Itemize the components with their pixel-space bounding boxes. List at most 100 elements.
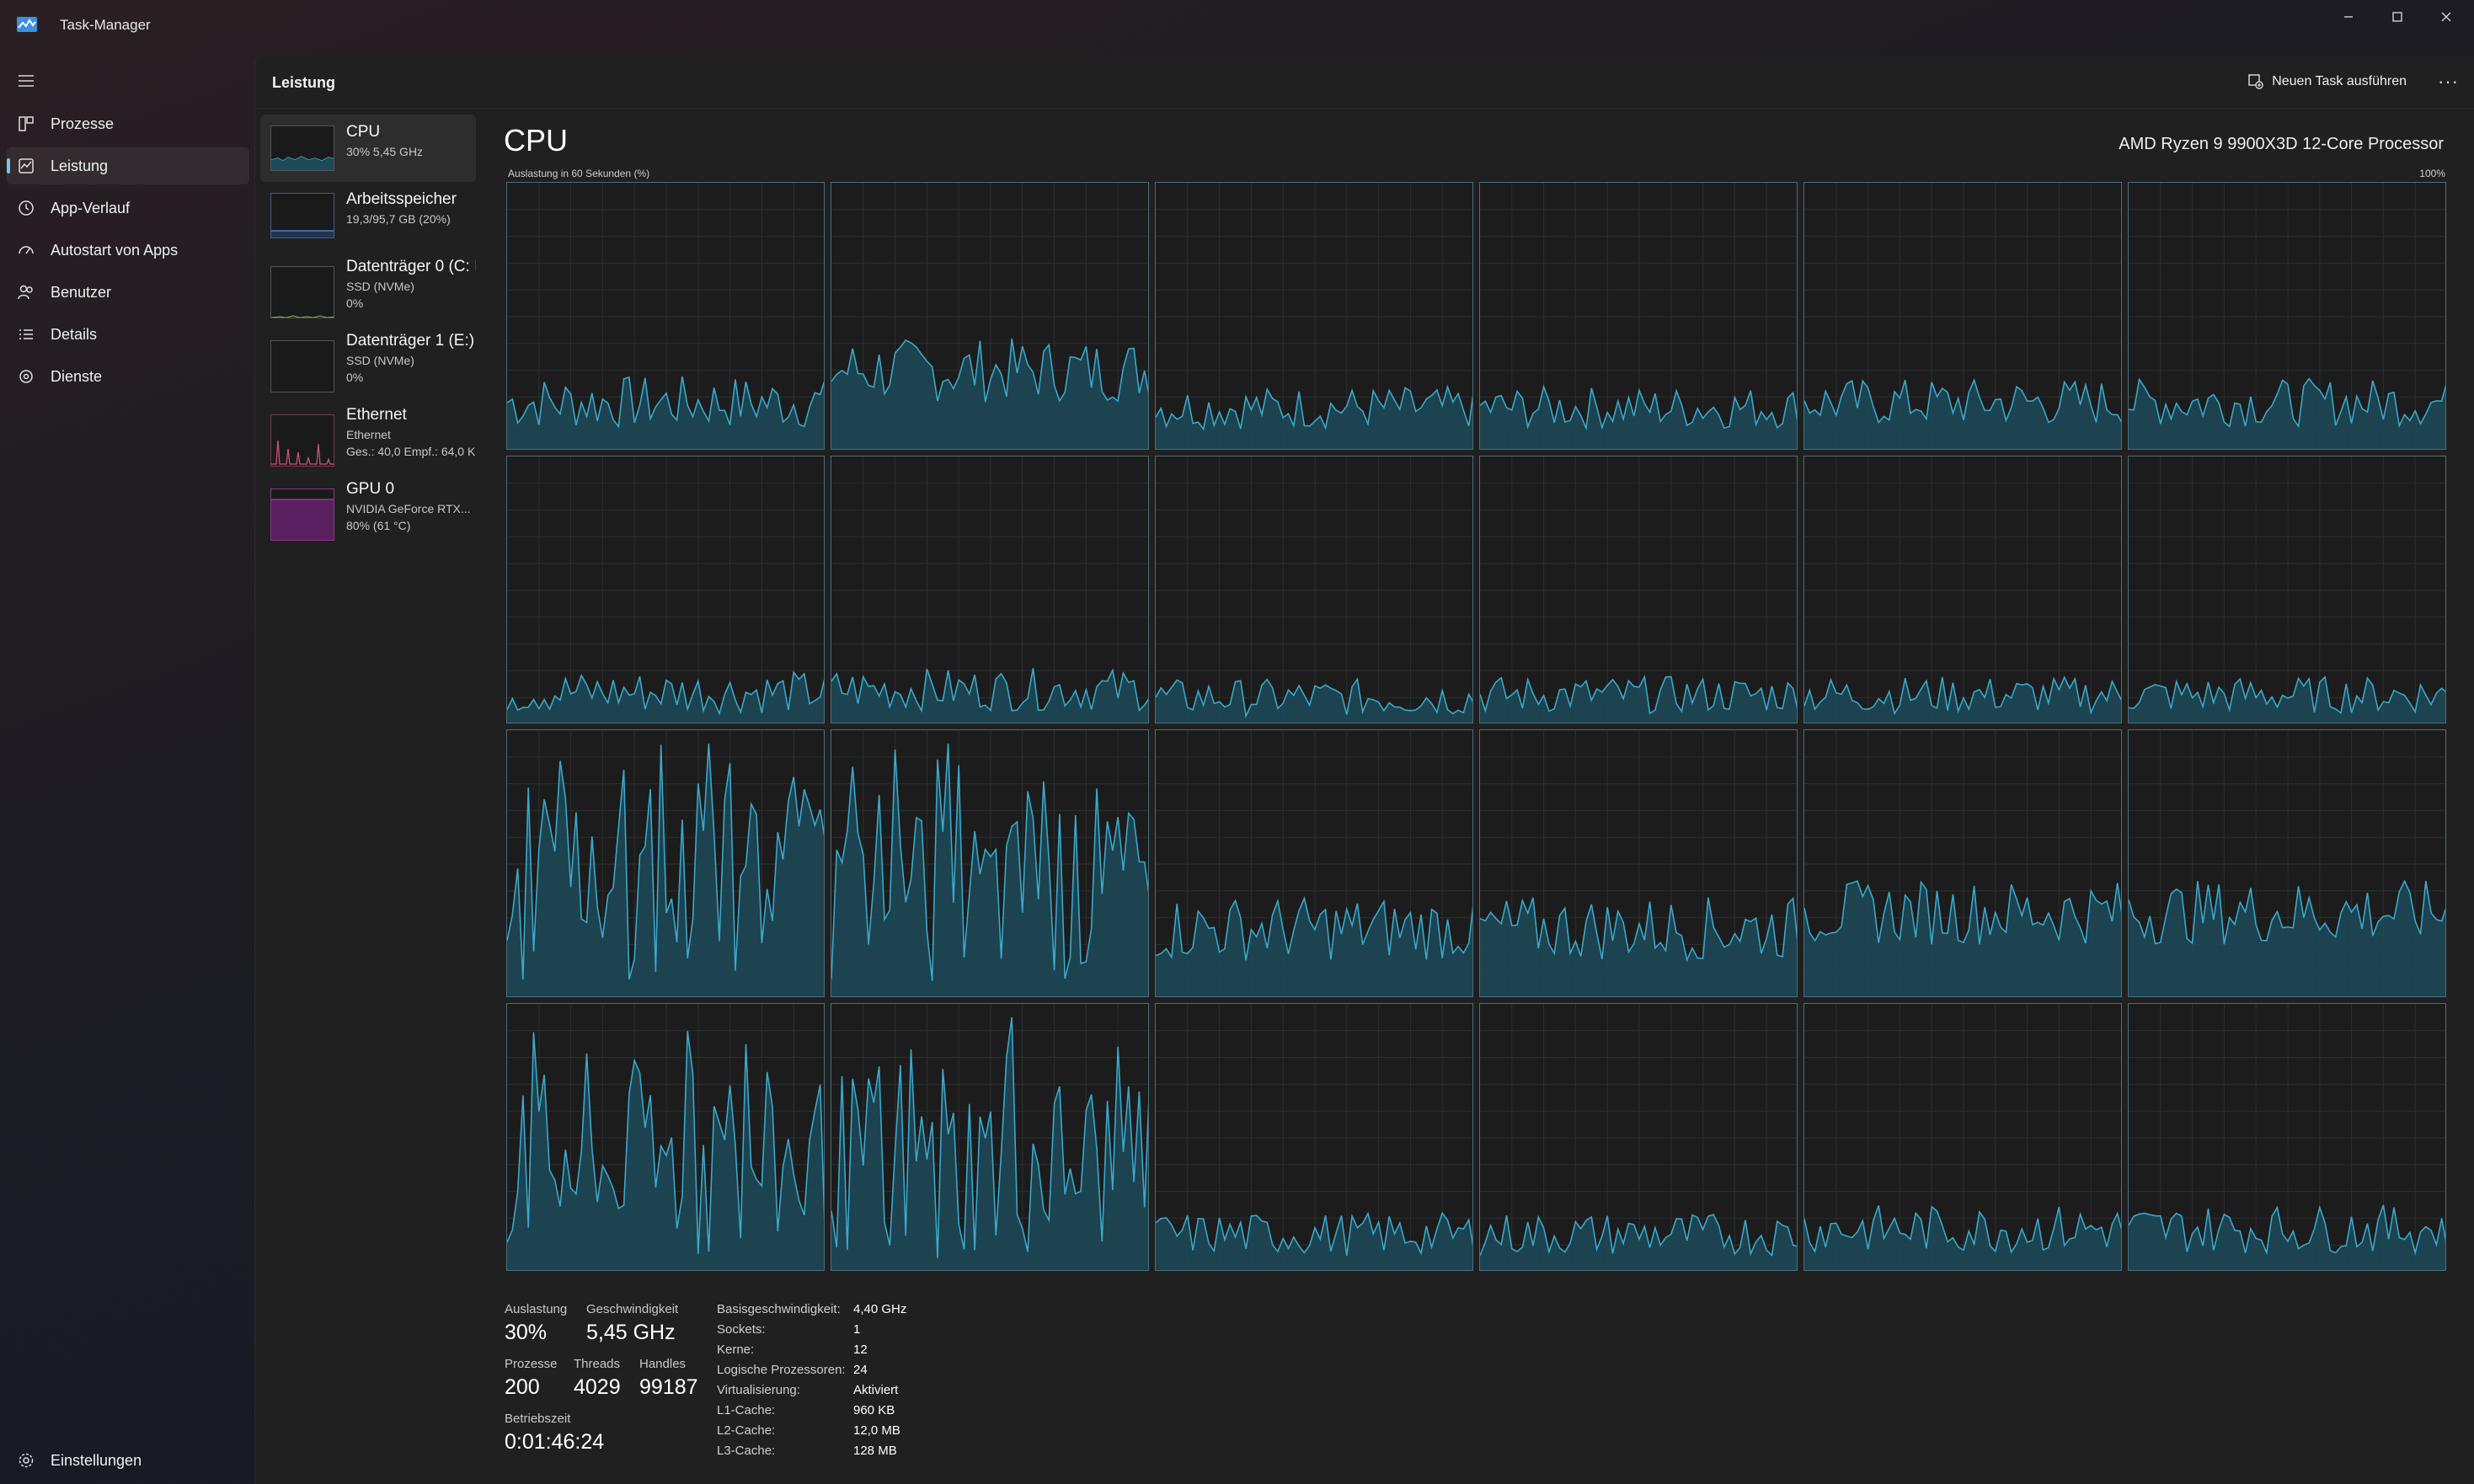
detail-key: L3-Cache: <box>717 1444 776 1458</box>
detail-key: Sockets: <box>717 1322 766 1337</box>
handles-label: Handles <box>639 1357 687 1371</box>
perf-item-name: Arbeitsspeicher <box>346 190 457 208</box>
processes-icon <box>19 116 34 131</box>
auslastung-label: Auslastung <box>505 1302 568 1316</box>
sidebar-item-label: Leistung <box>51 157 109 174</box>
new-task-icon <box>2248 74 2263 89</box>
logical-processor-graph-svg <box>1156 456 1472 723</box>
logical-processor-graph-svg <box>1480 456 1797 723</box>
hamburger-menu-icon[interactable] <box>16 71 36 91</box>
settings-label: Einstellungen <box>51 1452 142 1469</box>
sidebar-item-leistung[interactable]: Leistung <box>7 147 249 184</box>
perf-item-cpu[interactable]: CPU 30% 5,45 GHz <box>260 115 476 182</box>
logical-processor-graph <box>1479 1003 1798 1271</box>
logical-processor-graph <box>1803 729 2122 997</box>
logical-processor-graph-svg <box>831 183 1148 449</box>
new-task-button[interactable]: Neuen Task ausführen <box>2248 69 2407 94</box>
detail-key: Basisgeschwindigkeit: <box>717 1302 841 1316</box>
details-icon <box>19 329 33 339</box>
logical-processor-graph <box>1155 456 1473 723</box>
sidebar-item-app-verlauf[interactable]: App-Verlauf <box>7 190 249 227</box>
perf-item-sub: NVIDIA GeForce RTX... <box>346 502 471 515</box>
logical-processor-graph <box>1479 729 1798 997</box>
settings-button[interactable]: Einstellungen <box>7 1442 249 1479</box>
geschwindigkeit-label: Geschwindigkeit <box>586 1302 679 1316</box>
perf-item-name: Ethernet <box>346 406 407 424</box>
logical-processor-graph-svg <box>507 730 824 996</box>
perf-item-name: CPU <box>346 123 381 141</box>
window-title: Task-Manager <box>60 17 151 33</box>
perf-item-sub2: 80% (61 °C) <box>346 519 411 532</box>
sidebar-item-prozesse[interactable]: Prozesse <box>7 105 249 142</box>
logical-processor-graph-svg <box>507 456 824 723</box>
perf-item-name: GPU 0 <box>346 480 395 498</box>
perf-item-ethernet[interactable]: Ethernet Ethernet Ges.: 40,0 Empf.: 64,0… <box>260 398 476 467</box>
threads-label: Threads <box>574 1357 621 1371</box>
sidebar-item-label: Benutzer <box>51 284 112 301</box>
ethernet-thumbnail <box>270 414 334 467</box>
maximize-icon <box>2392 12 2402 22</box>
maximize-button[interactable] <box>2371 0 2423 34</box>
logical-processor-graph-svg <box>1480 183 1797 449</box>
logical-processor-graph <box>1479 182 1798 450</box>
betriebszeit-label: Betriebszeit <box>505 1412 571 1426</box>
detail-key: Virtualisierung: <box>717 1383 800 1397</box>
logical-processor-graph-svg <box>2129 456 2445 723</box>
memory-thumbnail <box>270 193 334 238</box>
disk-0-thumbnail-graph <box>271 315 334 318</box>
close-icon <box>2441 12 2451 22</box>
logical-processor-graph-svg <box>1156 1004 1472 1270</box>
detail-key: L1-Cache: <box>717 1403 776 1417</box>
logical-processor-graph <box>1803 182 2122 450</box>
sidebar-item-label: Prozesse <box>51 115 115 132</box>
threads-value: 4029 <box>574 1375 621 1399</box>
geschwindigkeit-value: 5,45 GHz <box>586 1321 676 1344</box>
perf-item-memory[interactable]: Arbeitsspeicher 19,3/95,7 GB (20%) <box>260 182 476 249</box>
perf-item-disk-1[interactable]: Datenträger 1 (E:) SSD (NVMe) 0% <box>260 323 476 392</box>
sidebar-item-details[interactable]: Details <box>7 316 249 353</box>
detail-value: 24 <box>853 1363 868 1377</box>
more-options-button[interactable]: ··· <box>2438 71 2459 93</box>
logical-processor-graph-svg <box>831 456 1148 723</box>
perf-item-disk-0[interactable]: Datenträger 0 (C: I SSD (NVMe) 0% <box>260 249 476 318</box>
logical-processor-graph-svg <box>831 1004 1148 1270</box>
detail-key: Logische Prozessoren: <box>717 1363 846 1377</box>
detail-value: Aktiviert <box>853 1383 899 1397</box>
memory-thumbnail-graph <box>271 230 334 238</box>
disk-1-thumbnail <box>270 340 334 392</box>
perf-item-sub: 30% 5,45 GHz <box>346 145 424 158</box>
perf-item-sub2: 0% <box>346 296 364 310</box>
detail-key: Kerne: <box>717 1343 755 1357</box>
sidebar-item-dienste[interactable]: Dienste <box>7 358 249 395</box>
cpu-model-name: AMD Ryzen 9 9900X3D 12-Core Processor <box>2119 135 2444 153</box>
logical-processor-graph <box>506 456 825 723</box>
minimize-button[interactable] <box>2322 0 2375 34</box>
gpu-thumbnail-graph <box>271 499 334 540</box>
detail-key: L2-Cache: <box>717 1423 776 1438</box>
logical-processor-graph <box>1155 182 1473 450</box>
handles-value: 99187 <box>639 1375 698 1399</box>
logical-processor-graph-svg <box>1804 183 2121 449</box>
history-icon <box>19 200 34 216</box>
usage-area <box>2129 378 2445 449</box>
logical-processor-graph <box>1803 1003 2122 1271</box>
graph-max-label: 100% <box>2419 168 2445 179</box>
logical-processor-graph-svg <box>1804 730 2121 996</box>
sidebar-item-label: Details <box>51 326 98 343</box>
sidebar-item-autostart[interactable]: Autostart von Apps <box>7 232 249 269</box>
graph-caption: Auslastung in 60 Sekunden (%) <box>508 168 650 179</box>
logical-processor-graph <box>2128 456 2446 723</box>
startup-icon <box>19 246 34 254</box>
perf-item-name: Datenträger 1 (E:) <box>346 332 475 350</box>
logical-processor-graph-svg <box>1804 456 2121 723</box>
sidebar-item-benutzer[interactable]: Benutzer <box>7 274 249 311</box>
close-button[interactable] <box>2420 0 2472 34</box>
task-manager-app-icon <box>17 17 37 32</box>
logical-processor-graph-svg <box>1156 183 1472 449</box>
perf-item-sub2: 0% <box>346 371 364 384</box>
perf-item-gpu[interactable]: GPU 0 NVIDIA GeForce RTX... 80% (61 °C) <box>260 472 476 541</box>
cpu-thumbnail <box>270 125 334 171</box>
logical-processor-graph-svg <box>1480 1004 1797 1270</box>
logical-processor-graph-svg <box>831 730 1148 996</box>
logical-processor-graph <box>506 1003 825 1271</box>
